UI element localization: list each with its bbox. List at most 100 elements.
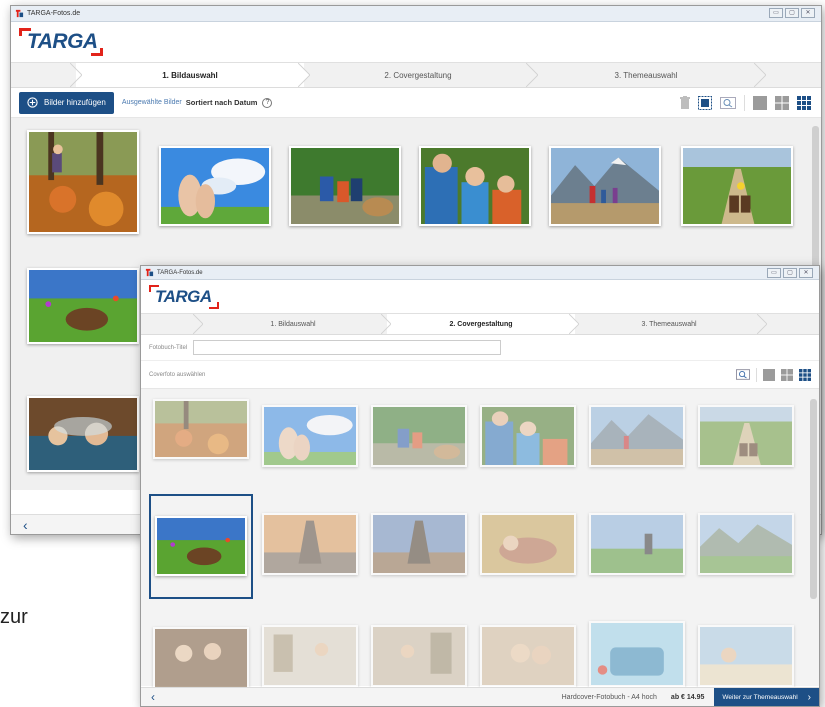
step-empty-right [763,314,819,334]
tab-themeauswahl[interactable]: 3. Themeauswahl [575,314,763,334]
step-separator [381,314,391,334]
app-icon [145,268,154,277]
medium-view-icon[interactable] [775,95,789,110]
photo-family-logs [373,407,465,465]
cover-photo-option[interactable] [698,405,794,467]
photo-thumbnail[interactable] [289,146,401,226]
help-icon[interactable]: ? [262,97,273,108]
photo-thumbnail[interactable] [27,396,139,472]
cover-photo-option[interactable] [589,513,685,575]
background-partial-text: zur [0,606,28,628]
photo-autumn-kids [29,132,137,232]
step-separator [298,63,310,87]
cover-photo-option[interactable] [371,513,467,575]
cover-photo-option[interactable] [262,405,358,467]
photo-feet-sky [161,148,269,224]
toolbar-divider [756,367,757,382]
select-all-icon[interactable] [698,95,712,110]
front-prev-arrow[interactable]: ‹ [151,690,155,704]
tab-label: 1. Bildauswahl [162,71,218,80]
cover-photo-option[interactable] [371,625,467,687]
cover-photo-option[interactable] [480,625,576,687]
front-toolbar: Coverfoto auswählen [141,361,819,389]
toolbar-divider [744,94,745,111]
photo-thumbnail[interactable] [159,146,271,226]
cover-photo-option[interactable] [589,405,685,467]
photo-thumbnail[interactable] [27,130,139,234]
zoom-icon[interactable] [720,96,736,109]
photo-boot-flowers [29,270,137,342]
close-button[interactable]: ✕ [801,8,815,18]
cover-photo-option[interactable] [698,625,794,687]
back-toolbar-right [680,94,821,111]
photo-hiking-boots [683,148,791,224]
photo-thumbnail[interactable] [681,146,793,226]
cover-photo-option[interactable] [371,405,467,467]
window-title: TARGA-Fotos.de [157,269,203,276]
step-separator [70,63,82,87]
next-arrow-icon: › [807,691,811,703]
photo-beach-family [700,627,792,685]
maximize-button[interactable]: ▢ [785,8,799,18]
photo-thumbnail[interactable] [549,146,661,226]
selected-images-label: Ausgewählte Bilder [121,99,182,106]
cover-photo-option[interactable] [698,513,794,575]
step-navigation: 1. Bildauswahl 2. Covergestaltung 3. The… [141,313,819,335]
step-separator [757,314,767,334]
tab-label: 2. Covergestaltung [449,321,513,328]
tab-bildauswahl[interactable]: 1. Bildauswahl [199,314,387,334]
front-toolbar-right [736,367,819,382]
sort-dropdown[interactable]: Sortiert nach Datum [186,98,258,107]
step-separator [193,314,203,334]
photo-thumbnail[interactable] [27,268,139,344]
maximize-button[interactable]: ▢ [783,268,797,278]
back-scrollbar[interactable] [812,126,819,276]
tab-covergestaltung[interactable]: 2. Covergestaltung [304,63,532,87]
photo-eiffel-tower [373,515,465,573]
cover-photo-option[interactable] [262,513,358,575]
trash-icon[interactable] [680,96,690,109]
selected-cover-frame[interactable] [149,494,253,599]
photo-family-closeup [482,407,574,465]
photo-selfie [482,627,574,685]
cover-photo-option[interactable] [155,516,247,576]
photo-thumbnail[interactable] [419,146,531,226]
cover-photo-option[interactable] [480,405,576,467]
add-images-label: Bilder hinzufügen [44,98,106,107]
photo-feet-sky [264,407,356,465]
photo-city-street [264,627,356,685]
medium-view-icon[interactable] [781,368,793,381]
window-title: TARGA-Fotos.de [27,10,81,17]
brand-text: TARGA [155,286,212,306]
small-view-icon[interactable] [797,95,811,110]
photo-mountain-hike [551,148,659,224]
photo-hiker-rest [591,515,683,573]
close-button[interactable]: ✕ [799,268,813,278]
zoom-icon[interactable] [736,369,750,380]
add-images-button[interactable]: Bilder hinzufügen [19,91,114,114]
brand-bar: TARGA [11,22,821,62]
photo-couple-grass [482,515,574,573]
title-field[interactable] [193,340,501,355]
cover-photo-option[interactable] [262,625,358,687]
large-view-icon[interactable] [753,95,767,110]
title-field-row: Fotobuch-Titel [141,335,819,361]
back-prev-arrow[interactable]: ‹ [23,517,28,533]
cover-photo-option[interactable] [153,627,249,689]
front-scrollbar[interactable] [810,399,817,599]
minimize-button[interactable]: ▭ [769,8,783,18]
minimize-button[interactable]: ▭ [767,268,781,278]
brand-logo: TARGA [149,284,219,309]
photo-family-closeup [421,148,529,224]
tab-covergestaltung[interactable]: 2. Covergestaltung [387,314,575,334]
next-step-button[interactable]: Weiter zur Themeauswahl › [714,688,819,706]
tab-themeauswahl[interactable]: 3. Themeauswahl [532,63,760,87]
window-controls: ▭ ▢ ✕ [769,8,815,18]
front-titlebar: TARGA-Fotos.de ▭ ▢ ✕ [141,266,819,280]
cover-photo-option[interactable] [589,621,685,687]
cover-photo-option[interactable] [153,399,249,459]
tab-bildauswahl[interactable]: 1. Bildauswahl [76,63,304,87]
cover-photo-option[interactable] [480,513,576,575]
large-view-icon[interactable] [763,368,775,381]
small-view-icon[interactable] [799,368,811,381]
